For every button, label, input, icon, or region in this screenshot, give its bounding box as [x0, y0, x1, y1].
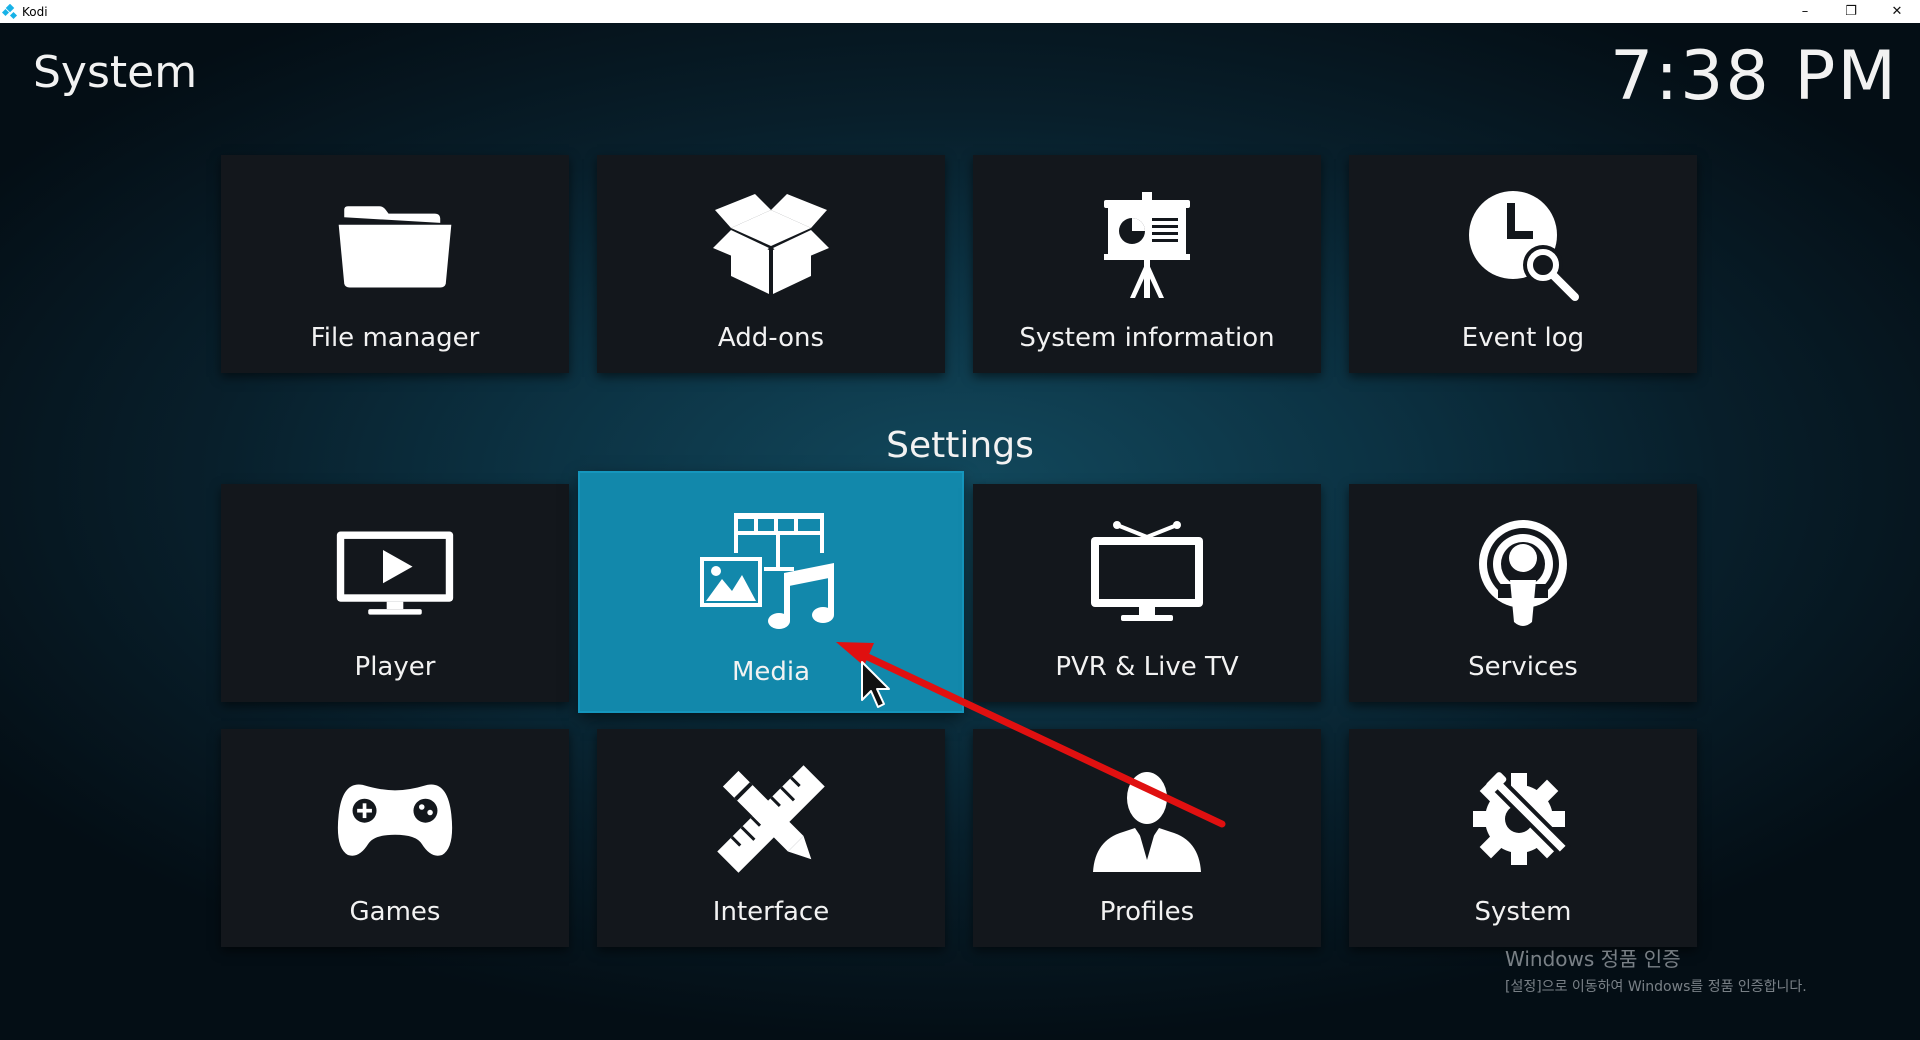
tile-games[interactable]: Games: [221, 729, 569, 947]
tile-label: Add-ons: [717, 323, 825, 353]
watermark-subtitle: [설정]으로 이동하여 Windows를 정품 인증합니다.: [1505, 979, 1807, 995]
tile-profiles[interactable]: Profiles: [973, 729, 1321, 947]
tile-add-ons[interactable]: Add-ons: [597, 155, 945, 373]
window-title: Kodi: [22, 4, 48, 19]
tile-services[interactable]: Services: [1349, 484, 1697, 702]
tile-label: Player: [354, 652, 436, 682]
restore-button[interactable]: ❐: [1828, 0, 1874, 23]
window-controls: – ❐ ✕: [1782, 0, 1920, 23]
kodi-system-screen: System 7:38 PM File manager Add-ons Syst…: [0, 23, 1920, 1040]
window-titlebar: Kodi – ❐ ✕: [0, 0, 1920, 23]
presentation-easel-icon: [1087, 185, 1207, 305]
tile-label: Games: [349, 897, 441, 927]
tile-pvr-live-tv[interactable]: PVR & Live TV: [973, 484, 1321, 702]
clock: 7:38 PM: [1610, 37, 1898, 116]
tile-file-manager[interactable]: File manager: [221, 155, 569, 373]
gear-wrench-icon: [1463, 759, 1583, 879]
tile-label: System information: [1019, 323, 1275, 353]
tile-label: File manager: [310, 323, 480, 353]
tile-label: Services: [1468, 652, 1578, 682]
user-silhouette-icon: [1087, 759, 1207, 879]
pencil-ruler-icon: [711, 759, 831, 879]
tile-label: PVR & Live TV: [1055, 652, 1239, 682]
watermark-title: Windows 정품 인증: [1505, 947, 1681, 971]
open-box-icon: [711, 185, 831, 305]
tile-player[interactable]: Player: [221, 484, 569, 702]
gamepad-icon: [335, 759, 455, 879]
windows-activation-watermark: Windows 정품 인증 [설정]으로 이동하여 Windows를 정품 인증…: [1505, 943, 1807, 996]
tile-system-information[interactable]: System information: [973, 155, 1321, 373]
tile-label: Interface: [712, 897, 830, 927]
tile-interface[interactable]: Interface: [597, 729, 945, 947]
tile-label: System: [1474, 897, 1572, 927]
settings-section-title: Settings: [886, 425, 1034, 466]
page-title: System: [33, 47, 198, 98]
clock-search-icon: [1463, 185, 1583, 305]
tile-event-log[interactable]: Event log: [1349, 155, 1697, 373]
monitor-play-icon: [335, 514, 455, 634]
minimize-button[interactable]: –: [1782, 0, 1828, 23]
folder-icon: [335, 185, 455, 305]
close-button[interactable]: ✕: [1874, 0, 1920, 23]
broadcast-icon: [1463, 514, 1583, 634]
tile-label: Media: [731, 657, 811, 687]
tile-label: Event log: [1461, 323, 1585, 353]
kodi-logo-icon: [2, 3, 18, 19]
media-library-icon: [696, 511, 846, 631]
tile-label: Profiles: [1099, 897, 1195, 927]
tile-system[interactable]: System: [1349, 729, 1697, 947]
tv-antenna-icon: [1087, 514, 1207, 634]
tile-media[interactable]: Media: [580, 473, 962, 711]
